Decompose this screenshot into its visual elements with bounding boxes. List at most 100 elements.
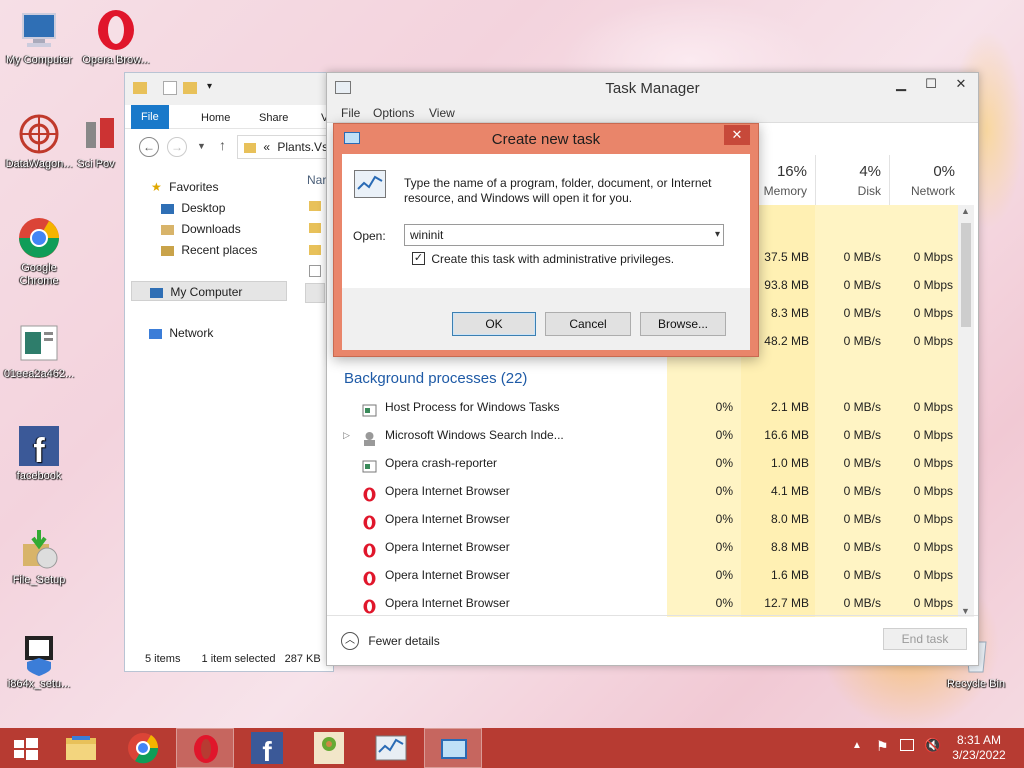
file-list-item-icon[interactable]: [309, 201, 321, 211]
nav-recent-places[interactable]: Recent places: [161, 240, 257, 260]
nav-downloads[interactable]: Downloads: [161, 219, 241, 239]
desktop-icon-file-setup[interactable]: File_Setup: [1, 528, 77, 587]
nav-desktop[interactable]: Desktop: [161, 198, 225, 218]
close-button[interactable]: ✕: [946, 73, 976, 95]
column-header-network[interactable]: 0% Network: [889, 155, 963, 205]
desktop-icon-google-chrome[interactable]: Google Chrome: [1, 216, 77, 288]
nav-my-computer[interactable]: My Computer: [131, 281, 287, 301]
taskbar-plants-vs-zombies[interactable]: [300, 728, 358, 768]
disk-value: 0 MB/s: [843, 568, 881, 582]
window-icon: [362, 456, 377, 473]
opera-icon: [362, 540, 377, 558]
desktop-icon-01eea[interactable]: 01eea2a462...: [1, 322, 77, 381]
opera-icon: [362, 512, 377, 530]
action-center-flag-icon[interactable]: ⚑: [876, 738, 889, 755]
address-prefix: «: [263, 140, 271, 154]
file-list-item-icon[interactable]: [309, 245, 321, 255]
scrollbar-thumb[interactable]: [961, 223, 971, 327]
nav-favorites[interactable]: ★ Favorites: [151, 177, 218, 197]
table-row[interactable]: Opera Internet Browser 0% 12.7 MB 0 MB/s 0 M…: [333, 589, 961, 617]
dialog-close-button[interactable]: ✕: [724, 125, 750, 145]
forward-icon[interactable]: →: [167, 137, 187, 157]
menu-view[interactable]: View: [429, 106, 455, 120]
admin-checkbox[interactable]: ✓: [412, 252, 425, 266]
tab-file[interactable]: File: [131, 105, 169, 129]
up-icon[interactable]: ↑: [219, 137, 226, 153]
star-icon: ★: [151, 180, 162, 194]
file-list-item-icon[interactable]: [309, 223, 321, 233]
desktop-icon-sci-pov[interactable]: Sci Pov: [66, 112, 126, 171]
table-row[interactable]: Host Process for Windows Tasks 0% 2.1 MB 0 …: [333, 393, 961, 421]
taskbar: f ▲ ⚑ 🔇 8:31 AM 3/23/2022: [0, 728, 1024, 768]
memory-value: 1.0 MB: [770, 456, 809, 470]
file-list-item-icon[interactable]: [305, 283, 325, 303]
facebook-icon: f: [17, 424, 61, 470]
table-row[interactable]: ▷ Microsoft Windows Search Inde... 0% 16.6 …: [333, 421, 961, 449]
ok-button[interactable]: OK: [452, 312, 536, 336]
run-program-icon: [354, 170, 386, 198]
show-hidden-icons[interactable]: ▲: [852, 740, 862, 751]
memory-value: 4.1 MB: [770, 484, 809, 498]
datawagon-icon: [17, 112, 61, 156]
tab-share[interactable]: Share: [249, 108, 298, 128]
back-icon[interactable]: ←: [139, 137, 159, 157]
admin-checkbox-row[interactable]: ✓ Create this task with administrative p…: [412, 251, 674, 266]
cpu-value: 0%: [715, 596, 733, 610]
network-status-icon[interactable]: [900, 739, 914, 751]
volume-muted-icon[interactable]: 🔇: [924, 737, 941, 754]
file-explorer-window[interactable]: ▾ File Home Share Vi ← → ▼ ↑ « Plants.Vs…: [124, 72, 347, 672]
chrome-icon: [128, 733, 159, 764]
end-task-button[interactable]: End task: [883, 628, 967, 650]
cancel-button[interactable]: Cancel: [545, 312, 631, 336]
plant-game-icon: [314, 732, 344, 764]
taskbar-run-dialog[interactable]: [424, 728, 482, 768]
desktop-icon-opera[interactable]: Opera Brow...: [78, 8, 154, 67]
table-row[interactable]: Opera Internet Browser 0% 4.1 MB 0 MB/s 0 Mb…: [333, 477, 961, 505]
create-new-task-dialog[interactable]: Create new task ✕ Type the name of a pro…: [333, 123, 759, 357]
qat-dropdown-icon[interactable]: ▾: [207, 81, 212, 92]
maximize-button[interactable]: ☐: [916, 73, 946, 95]
taskbar-task-manager[interactable]: [362, 728, 420, 768]
explorer-address-bar: ← → ▼ ↑ « Plants.Vs: [125, 129, 347, 167]
network-icon: [149, 328, 162, 339]
file-list-item-icon[interactable]: [309, 265, 321, 277]
taskbar-file-explorer[interactable]: [52, 728, 110, 768]
column-header-disk[interactable]: 4% Disk: [815, 155, 889, 205]
recent-dropdown-icon[interactable]: ▼: [197, 141, 206, 151]
taskbar-facebook[interactable]: f: [238, 728, 296, 768]
network-value: 0 Mbps: [913, 512, 953, 526]
table-row[interactable]: Opera crash-reporter 0% 1.0 MB 0 MB/s 0 Mbps: [333, 449, 961, 477]
chevron-down-icon[interactable]: ▾: [715, 225, 720, 245]
table-row[interactable]: Opera Internet Browser 0% 8.8 MB 0 MB/s 0 Mb…: [333, 533, 961, 561]
clock[interactable]: 8:31 AM 3/23/2022: [944, 733, 1014, 763]
start-button[interactable]: [0, 728, 50, 768]
tab-home[interactable]: Home: [191, 108, 240, 128]
desktop-icon-i864x-setup[interactable]: i864x_setu...: [1, 632, 77, 691]
vertical-scrollbar[interactable]: ▲ ▼: [958, 205, 974, 617]
new-folder-icon[interactable]: [183, 82, 197, 94]
menu-options[interactable]: Options: [373, 106, 414, 120]
table-row[interactable]: Opera Internet Browser 0% 8.0 MB 0 MB/s 0 Mb…: [333, 505, 961, 533]
name-column-header[interactable]: Nar: [307, 173, 326, 187]
fewer-details-button[interactable]: ︿ Fewer details: [341, 632, 440, 650]
cpu-value: 0%: [715, 484, 733, 498]
dialog-titlebar: Create new task ✕: [334, 124, 758, 154]
disk-value: 0 MB/s: [843, 596, 881, 610]
browse-button[interactable]: Browse...: [640, 312, 726, 336]
cpu-value: 0%: [715, 400, 733, 414]
open-input[interactable]: wininit ▾: [404, 224, 724, 246]
dialog-button-bar: OK Cancel Browse...: [342, 288, 750, 350]
taskbar-opera[interactable]: [176, 728, 234, 768]
setup-shield-icon: [17, 632, 61, 676]
menu-file[interactable]: File: [341, 106, 360, 120]
desktop-icon-my-computer[interactable]: My Computer: [1, 8, 77, 67]
desktop-icon-facebook[interactable]: f facebook: [1, 424, 77, 483]
taskbar-chrome[interactable]: [114, 728, 172, 768]
expand-chevron-icon[interactable]: ▷: [343, 421, 350, 449]
properties-icon[interactable]: [163, 81, 177, 95]
run-icon: [441, 739, 467, 759]
table-row[interactable]: Opera Internet Browser 0% 1.6 MB 0 MB/s 0 Mb…: [333, 561, 961, 589]
minimize-button[interactable]: ▁: [886, 73, 916, 95]
scroll-up-icon[interactable]: ▲: [961, 206, 970, 216]
nav-network[interactable]: Network: [149, 323, 213, 343]
